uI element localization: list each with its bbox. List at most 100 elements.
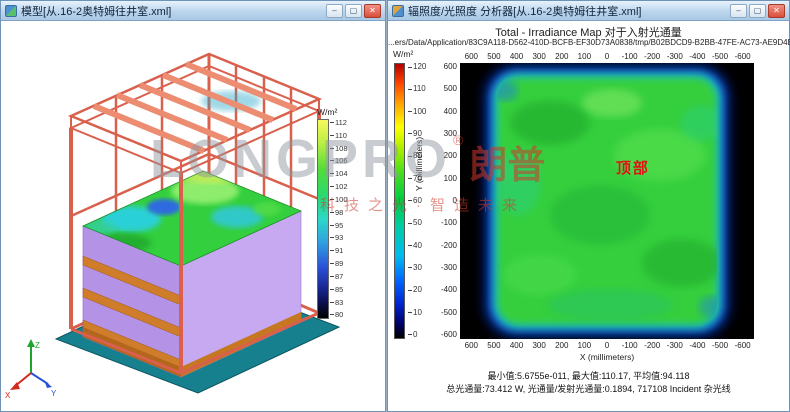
tick-label: 85	[330, 286, 348, 294]
tick-label: -200	[441, 242, 457, 250]
minimize-button[interactable]: –	[326, 4, 343, 18]
irradiance-map-plot[interactable]: 顶部	[460, 63, 754, 339]
tick-label: -500	[709, 52, 732, 61]
tick-label: 0	[453, 197, 457, 205]
axis-triad: Z X Y	[5, 339, 57, 400]
close-button[interactable]: ✕	[364, 4, 381, 18]
z-axis-label: Z	[35, 341, 40, 350]
legend-tick-labels: 112 110 108 106 104 102 100 98 95 93 91 …	[330, 119, 348, 319]
colorbar-unit-label: W/m²	[393, 49, 413, 59]
model-window-icon	[5, 5, 17, 17]
tick-label: -200	[641, 52, 664, 61]
colorbar-tick-labels: 120 110 100 90 80 70 60 50 40 30 20 10 0	[408, 63, 426, 339]
analyzer-window[interactable]: 辐照度/光照度 分析器[从.16-2奥特姆往井室.xml] – ▢ ✕ Tota…	[387, 0, 790, 412]
tick-label: -100	[441, 219, 457, 227]
tick-label: 20	[408, 286, 426, 294]
irradiance-heatmap	[460, 63, 754, 339]
x-axis-label: X	[5, 391, 11, 400]
tick-label: 500	[483, 52, 506, 61]
maximize-button[interactable]: ▢	[345, 4, 362, 18]
tick-label: 83	[330, 299, 348, 307]
tick-label: 100	[408, 108, 426, 116]
tick-label: 87	[330, 273, 348, 281]
map-annotation: 顶部	[616, 157, 650, 178]
tick-label: 300	[528, 341, 551, 350]
tick-label: 100	[573, 52, 596, 61]
tick-label: -400	[686, 341, 709, 350]
analyzer-window-title: 辐照度/光照度 分析器[从.16-2奥特姆往井室.xml]	[408, 3, 730, 19]
tick-label: 50	[408, 219, 426, 227]
tick-label: 0	[408, 331, 426, 339]
tick-label: 91	[330, 247, 348, 255]
tick-label: 600	[460, 52, 483, 61]
legend-gradient-bar	[317, 119, 329, 319]
tick-label: 60	[408, 197, 426, 205]
tick-label: 600	[444, 63, 457, 71]
tick-label: 110	[408, 85, 426, 93]
tick-label: 93	[330, 234, 348, 242]
tick-label: 200	[550, 52, 573, 61]
tick-label: -300	[663, 341, 686, 350]
model-window-title: 模型[从.16-2奥特姆往井室.xml]	[21, 3, 326, 19]
analyzer-window-titlebar[interactable]: 辐照度/光照度 分析器[从.16-2奥特姆往井室.xml] – ▢ ✕	[388, 1, 789, 21]
x-axis-title: X (millimeters)	[460, 352, 754, 362]
tick-label: -600	[731, 52, 754, 61]
y-axis-tick-labels: 600 500 400 300 200 100 0 -100 -200 -300…	[435, 63, 457, 339]
close-button[interactable]: ✕	[768, 4, 785, 18]
stats-min-max-mean: 最小值:5.6755e-011, 最大值:110.17, 平均值:94.118	[388, 369, 789, 382]
tick-label: 40	[408, 242, 426, 250]
file-path: ...ers/Data/Application/83C9A118-D562-41…	[388, 38, 789, 47]
tick-label: 200	[550, 341, 573, 350]
tick-label: 500	[483, 341, 506, 350]
tick-label: 400	[444, 108, 457, 116]
stats-flux: 总光通量:73.412 W, 光通量/发射光通量:0.1894, 717108 …	[388, 382, 789, 395]
maximize-button[interactable]: ▢	[749, 4, 766, 18]
desktop: 模型[从.16-2奥特姆往井室.xml] – ▢ ✕	[0, 0, 790, 412]
tick-label: 95	[330, 222, 348, 230]
tick-label: 300	[528, 52, 551, 61]
tick-label: 300	[444, 130, 457, 138]
tick-label: 100	[444, 175, 457, 183]
x-axis-tick-labels-top: 600 500 400 300 200 100 0 -100 -200 -300…	[460, 52, 754, 61]
tick-label: -600	[731, 341, 754, 350]
tick-label: 80	[330, 311, 348, 319]
model-window[interactable]: 模型[从.16-2奥特姆往井室.xml] – ▢ ✕	[0, 0, 386, 412]
tick-label: 89	[330, 260, 348, 268]
tick-label: 108	[330, 145, 348, 153]
tick-label: -100	[618, 52, 641, 61]
tick-label: 110	[330, 132, 348, 140]
tick-label: 102	[330, 183, 348, 191]
tick-label: 98	[330, 209, 348, 217]
tick-label: 120	[408, 63, 426, 71]
color-legend: W/m² 112 110 108 106 104 102 100 98 95 9…	[317, 107, 363, 319]
x-axis-tick-labels-bottom: 600 500 400 300 200 100 0 -100 -200 -300…	[460, 341, 754, 350]
tick-label: -400	[441, 286, 457, 294]
tick-label: 200	[444, 152, 457, 160]
tick-label: 106	[330, 157, 348, 165]
3d-viewport[interactable]: Z X Y W/m² 112 110 108 106 104 102	[1, 21, 385, 411]
tick-label: 600	[460, 341, 483, 350]
y-axis-title: Y (millimeters)	[414, 137, 424, 191]
tick-label: -200	[641, 341, 664, 350]
minimize-button[interactable]: –	[730, 4, 747, 18]
tick-label: 112	[330, 119, 348, 127]
tick-label: 104	[330, 170, 348, 178]
tick-label: -600	[441, 331, 457, 339]
tick-label: 500	[444, 85, 457, 93]
y-axis-label: Y	[51, 389, 57, 398]
tick-label: -500	[441, 309, 457, 317]
tick-label: 10	[408, 309, 426, 317]
tick-label: 400	[505, 52, 528, 61]
tick-label: -300	[663, 52, 686, 61]
tick-label: -400	[686, 52, 709, 61]
colorbar-gradient	[394, 63, 405, 339]
tick-label: 400	[505, 341, 528, 350]
tick-label: -300	[441, 264, 457, 272]
tick-label: 100	[573, 341, 596, 350]
tick-label: 0	[596, 341, 619, 350]
model-window-titlebar[interactable]: 模型[从.16-2奥特姆往井室.xml] – ▢ ✕	[1, 1, 385, 21]
legend-unit-label: W/m²	[317, 107, 363, 117]
tick-label: -100	[618, 341, 641, 350]
tick-label: -500	[709, 341, 732, 350]
tick-label: 30	[408, 264, 426, 272]
